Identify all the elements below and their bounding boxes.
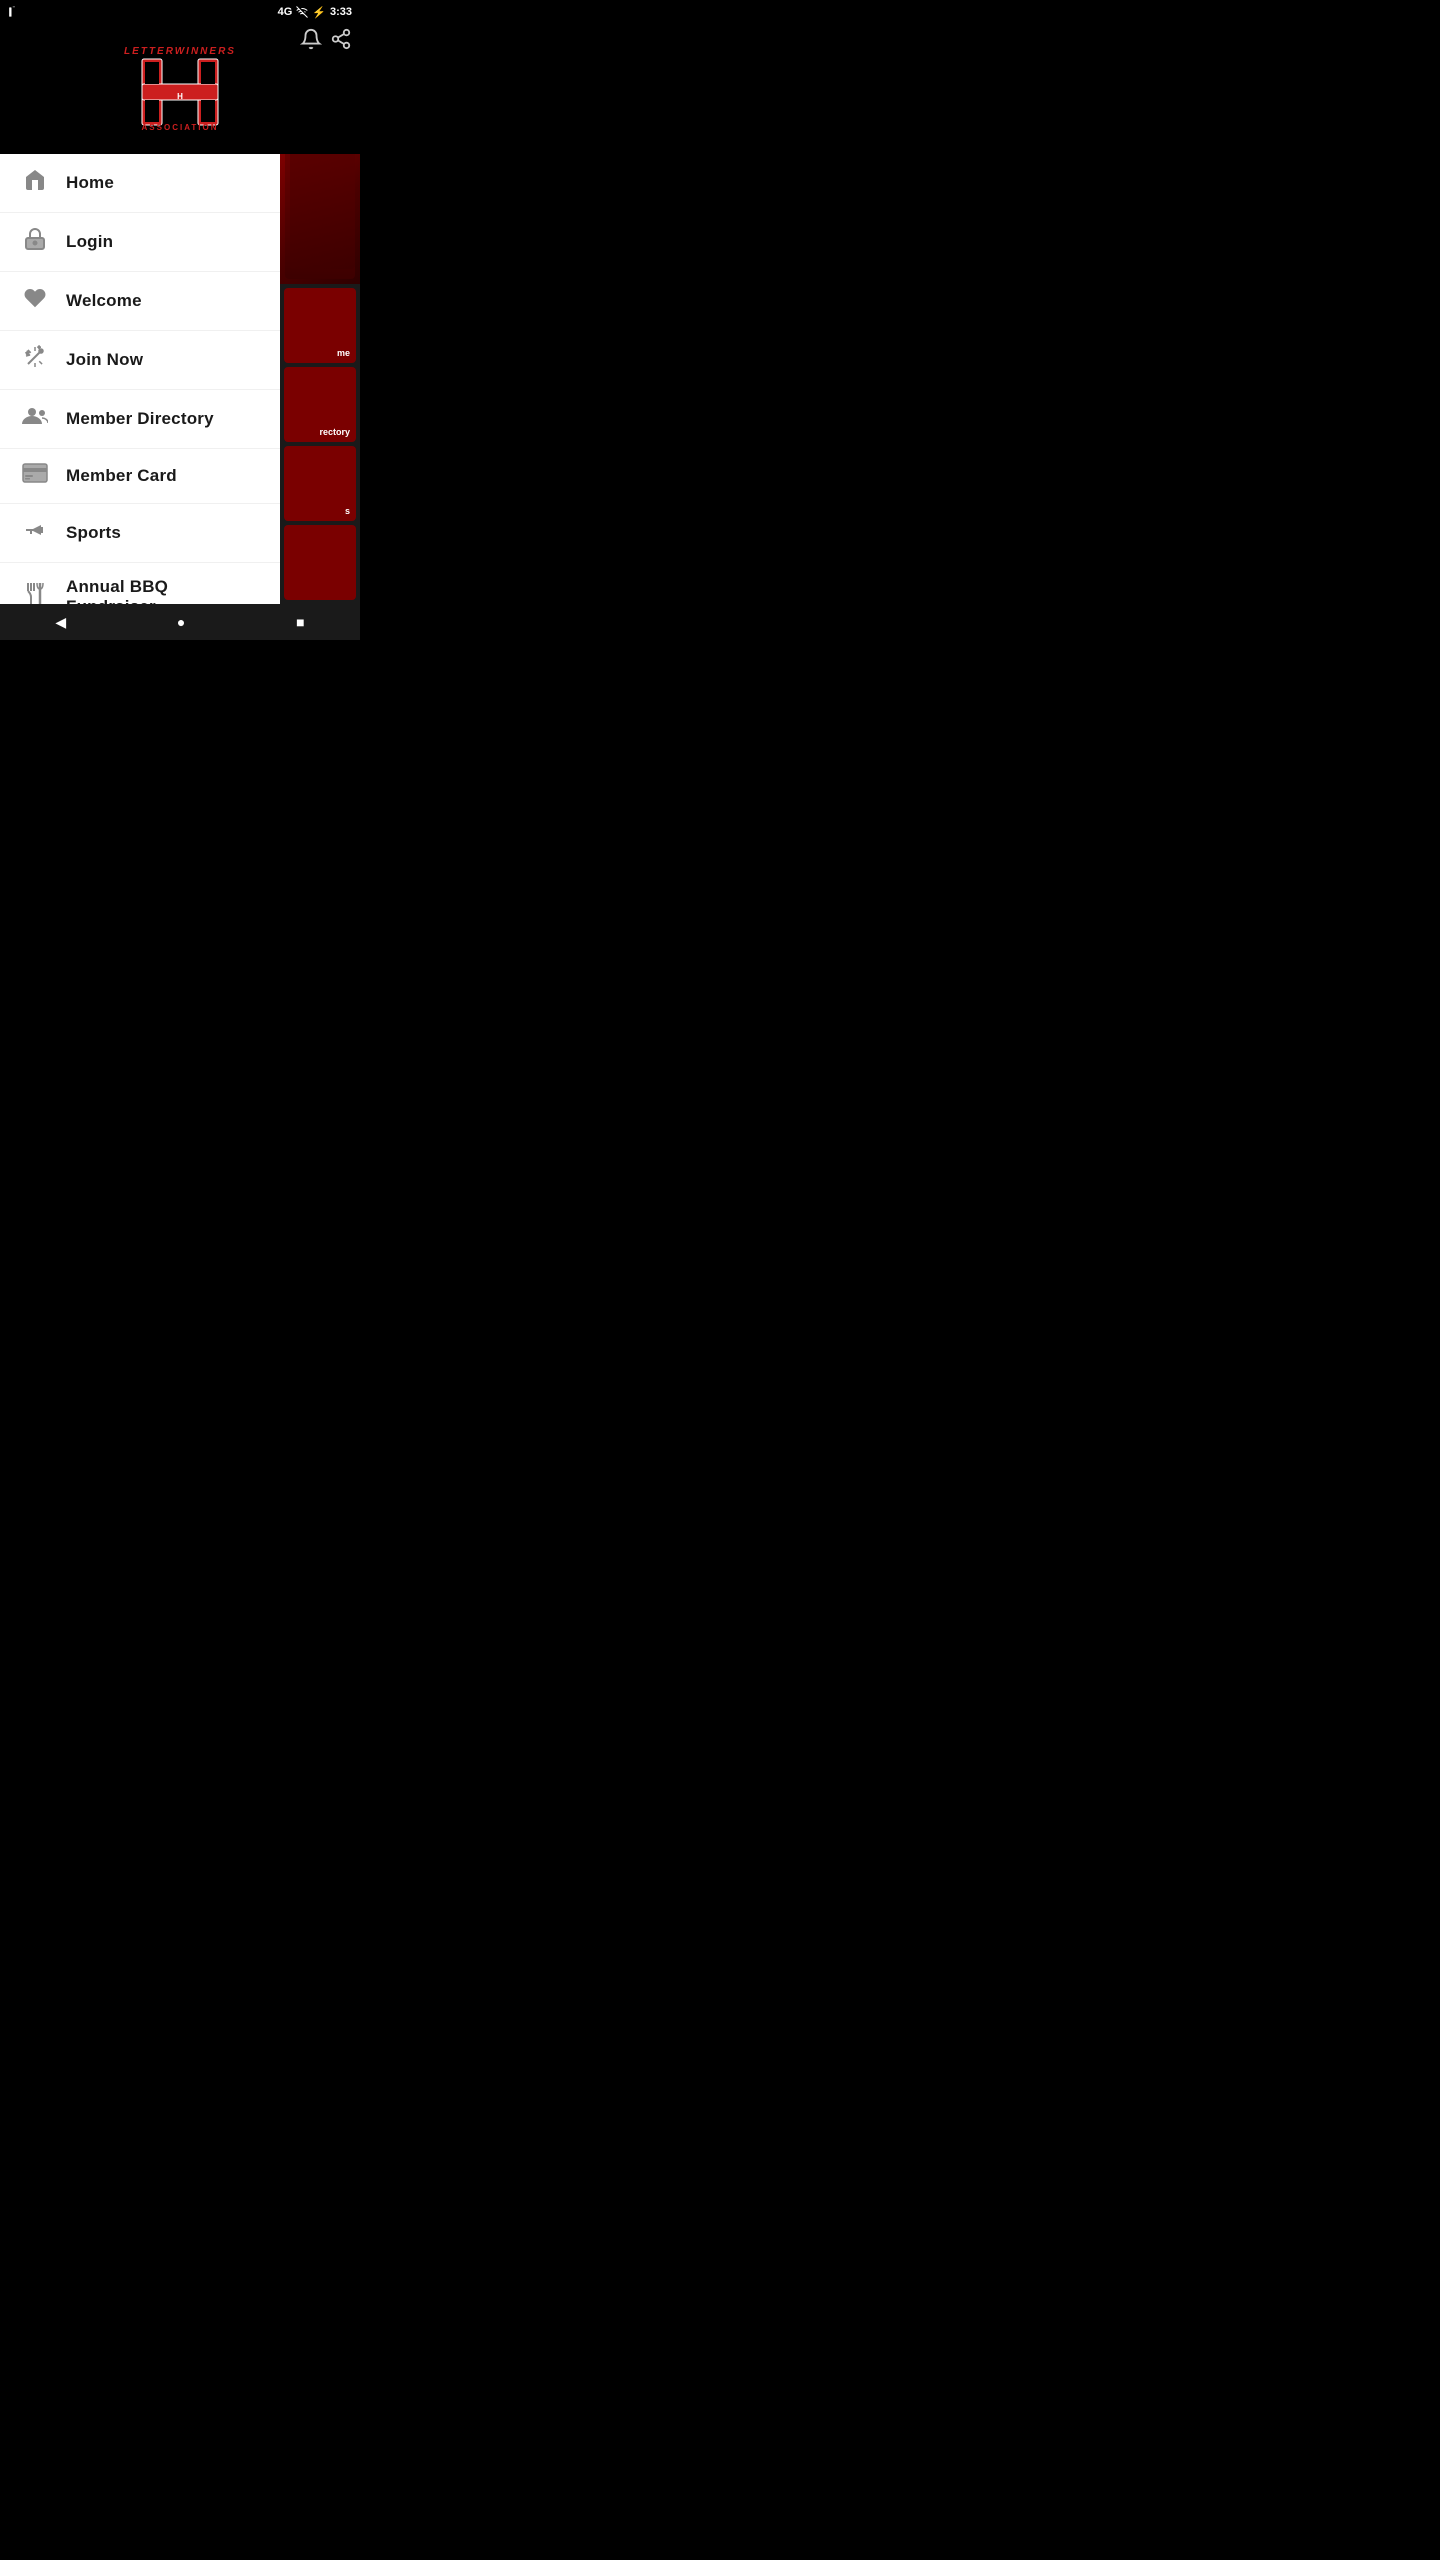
right-card-1: rectory	[284, 367, 356, 442]
bottom-navigation: ◀ ● ■	[0, 604, 360, 640]
share-button[interactable]	[330, 28, 352, 56]
nav-back-button[interactable]: ◀	[39, 608, 82, 637]
right-card-3	[284, 525, 356, 600]
logo: LETTERWINNERS H ASSOCIATION	[124, 46, 236, 132]
recent-label: ■	[296, 614, 304, 630]
people-icon	[20, 404, 50, 434]
sidebar-item-login[interactable]: Login	[0, 213, 280, 272]
sidebar-item-label-join-now: Join Now	[66, 350, 143, 370]
svg-text:H: H	[177, 92, 183, 101]
right-panel: me rectory s	[280, 284, 360, 604]
nav-home-button[interactable]: ●	[161, 608, 201, 636]
sidebar-item-label-login: Login	[66, 232, 113, 252]
right-card-0: me	[284, 288, 356, 363]
sparkle-icon: ✦ ✦	[20, 345, 50, 375]
sidebar-item-label-member-card: Member Card	[66, 466, 177, 486]
sidebar-item-sports[interactable]: Sports	[0, 504, 280, 563]
fork-knife-icon	[20, 581, 50, 604]
nav-recent-button[interactable]: ■	[280, 608, 320, 636]
time-label: 3:33	[330, 6, 352, 18]
battery-icon: ⚡	[312, 6, 326, 19]
sidebar-item-label-welcome: Welcome	[66, 291, 142, 311]
notification-button[interactable]	[300, 28, 322, 56]
status-bar-left	[8, 5, 22, 19]
megaphone-icon	[20, 518, 50, 548]
svg-text:✦: ✦	[37, 345, 41, 351]
header-icons	[300, 28, 352, 56]
logo-bottom-text: ASSOCIATION	[142, 123, 219, 132]
logo-h-svg: H	[140, 57, 220, 127]
svg-text:✦: ✦	[25, 350, 30, 357]
lock-icon	[20, 227, 50, 257]
signal-label: 4G	[278, 6, 293, 18]
card-icon	[20, 463, 50, 489]
sidebar-item-welcome[interactable]: Welcome	[0, 272, 280, 331]
header: LETTERWINNERS H ASSOCIATION	[0, 24, 360, 154]
sidebar-item-bbq[interactable]: Annual BBQ Fundraiser	[0, 563, 280, 604]
sidebar-item-member-directory[interactable]: Member Directory	[0, 390, 280, 449]
sidebar-item-label-bbq: Annual BBQ Fundraiser	[66, 577, 260, 604]
right-card-text-2: s	[345, 506, 350, 517]
right-card-2: s	[284, 446, 356, 521]
logo-top-text: LETTERWINNERS	[124, 46, 236, 57]
sidebar-item-label-home: Home	[66, 173, 114, 193]
back-label: ◀	[55, 614, 66, 631]
sidebar-item-home[interactable]: Home	[0, 154, 280, 213]
right-card-text-1: rectory	[319, 427, 350, 438]
sidebar-item-label-member-directory: Member Directory	[66, 409, 214, 429]
home-label: ●	[177, 614, 185, 630]
sidebar-item-label-sports: Sports	[66, 523, 121, 543]
sidebar-item-join-now[interactable]: ✦ ✦ Join Now	[0, 331, 280, 390]
sidebar-item-member-card[interactable]: Member Card	[0, 449, 280, 504]
heart-icon	[20, 286, 50, 316]
status-bar: 4G ⚡ 3:33	[0, 0, 360, 24]
home-icon	[20, 168, 50, 198]
status-bar-right: 4G ⚡ 3:33	[278, 6, 352, 19]
drawer-menu: Home Login Welcome	[0, 154, 280, 604]
right-card-text-0: me	[337, 348, 350, 359]
